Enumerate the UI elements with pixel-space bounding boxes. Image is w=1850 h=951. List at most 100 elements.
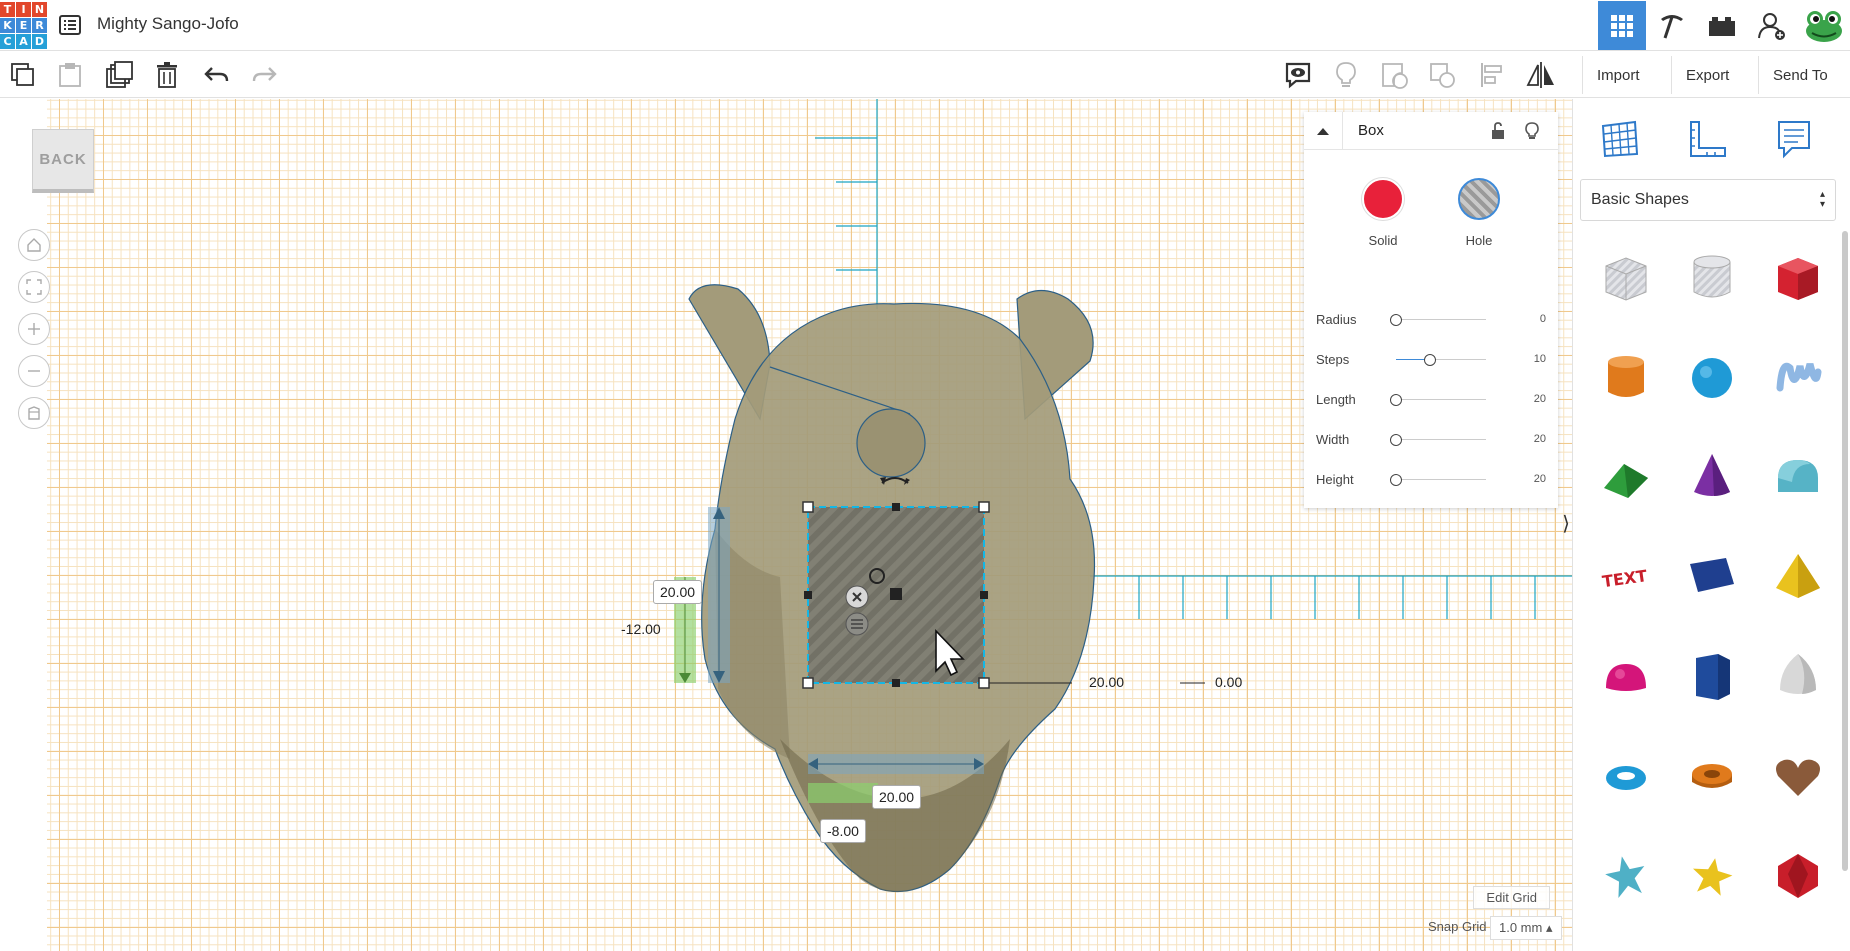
shape-heart[interactable] [1767, 745, 1829, 807]
shape-cylinder[interactable] [1595, 345, 1657, 407]
length-guide[interactable] [808, 754, 984, 774]
shape-star-gold[interactable] [1681, 845, 1743, 907]
ruler-tool-button[interactable] [1683, 114, 1733, 164]
property-steps[interactable]: Steps 10 [1316, 350, 1546, 370]
select-arrows-icon: ▴ ▾ [1819, 189, 1825, 210]
shape-polygon[interactable] [1681, 645, 1743, 707]
property-value[interactable]: 0 [1540, 313, 1546, 325]
half-sphere-icon [1606, 664, 1646, 691]
shape-torus[interactable] [1595, 745, 1657, 807]
slider-knob[interactable] [1424, 354, 1437, 366]
property-height[interactable]: Height 20 [1316, 470, 1546, 490]
bricks-view-button[interactable] [1698, 1, 1746, 50]
send-to-button[interactable]: Send To [1758, 56, 1842, 94]
notes-tool-button[interactable] [1769, 114, 1819, 164]
elevation-value-label[interactable]: -12.00 [621, 621, 661, 637]
horizontal-ruler [1090, 575, 1572, 619]
height-value-label[interactable]: 20.00 [653, 580, 703, 604]
edit-grid-button[interactable]: Edit Grid [1473, 886, 1550, 909]
mirror-button[interactable] [1524, 58, 1558, 92]
property-length[interactable]: Length 20 [1316, 390, 1546, 410]
property-value[interactable]: 20 [1534, 433, 1546, 445]
notes-visibility-button[interactable] [1281, 58, 1315, 92]
length-value-label[interactable]: 20.00 [1089, 674, 1124, 690]
property-label: Length [1316, 392, 1356, 407]
shape-star[interactable] [1595, 845, 1657, 907]
group-button[interactable] [1377, 58, 1411, 92]
slider-knob[interactable] [1390, 394, 1402, 406]
hole-swatch[interactable] [1458, 178, 1500, 220]
shape-text[interactable]: TEXT [1595, 545, 1657, 607]
property-value[interactable]: 20 [1534, 473, 1546, 485]
show-all-button[interactable] [1329, 58, 1363, 92]
logo-letter: K [0, 18, 15, 33]
slider-track[interactable] [1396, 319, 1486, 320]
y-offset-guide[interactable] [808, 783, 878, 803]
property-value[interactable]: 20 [1534, 393, 1546, 405]
export-button[interactable]: Export [1671, 56, 1743, 94]
project-title[interactable]: Mighty Sango-Jofo [97, 14, 239, 34]
3d-design-view-button[interactable] [1598, 1, 1646, 50]
invite-user-button[interactable] [1748, 1, 1796, 50]
slider-track[interactable] [1396, 399, 1486, 400]
x-offset-value-label[interactable]: 0.00 [1215, 674, 1242, 690]
blocks-view-button[interactable] [1648, 1, 1696, 50]
shape-cone[interactable] [1681, 445, 1743, 507]
shape-inspector: Box Solid Hole Radius 0 Steps 10 Length 20 Wid… [1304, 112, 1558, 508]
shape-round-roof[interactable] [1767, 445, 1829, 507]
slider-knob[interactable] [1390, 434, 1402, 446]
undo-icon [204, 67, 229, 82]
property-value[interactable]: 10 [1534, 353, 1546, 365]
height-guide[interactable] [708, 507, 730, 683]
paste-button[interactable] [53, 58, 87, 92]
tinkercad-logo[interactable]: TIN KER CAD [0, 2, 47, 49]
panel-collapse-toggle[interactable]: ⟩ [1560, 503, 1572, 543]
shape-shape-generator[interactable] [1681, 545, 1743, 607]
snap-grid-select[interactable]: 1.0 mm ▴ [1490, 916, 1562, 940]
shape-sphere[interactable] [1681, 345, 1743, 407]
delete-button[interactable] [150, 58, 184, 92]
shapes-scrollbar[interactable] [1842, 231, 1848, 871]
property-width[interactable]: Width 20 [1316, 430, 1546, 450]
shape-half-sphere[interactable] [1595, 645, 1657, 707]
slider-track[interactable] [1396, 439, 1486, 440]
import-button[interactable]: Import [1582, 56, 1654, 94]
ungroup-button[interactable] [1425, 58, 1459, 92]
shape-roof[interactable] [1595, 445, 1657, 507]
shape-pyramid[interactable] [1767, 545, 1829, 607]
shape-cylinder-hole[interactable] [1681, 245, 1743, 307]
align-button[interactable] [1475, 58, 1509, 92]
y-offset-value-label[interactable]: -8.00 [820, 819, 866, 843]
user-avatar[interactable] [1800, 1, 1848, 50]
note-icon [1778, 121, 1810, 159]
duplicate-icon [106, 61, 133, 88]
design-list-button[interactable] [58, 13, 82, 37]
shape-tube[interactable] [1681, 745, 1743, 807]
unlock-icon[interactable] [1491, 122, 1505, 140]
shapes-panel: Basic Shapes ▴ ▾ TEXT [1572, 99, 1850, 951]
redo-button[interactable] [247, 58, 281, 92]
copy-button[interactable] [6, 58, 40, 92]
redo-icon [252, 67, 277, 82]
slider-knob[interactable] [1390, 314, 1402, 326]
workplane-tool-button[interactable] [1595, 114, 1645, 164]
logo-letter: I [16, 2, 31, 17]
slider-knob[interactable] [1390, 474, 1402, 486]
snap-grid-value: 1.0 mm [1499, 920, 1543, 935]
sphere-icon [1692, 358, 1732, 398]
lightbulb-icon [1336, 62, 1356, 87]
shape-paraboloid[interactable] [1767, 645, 1829, 707]
property-radius[interactable]: Radius 0 [1316, 310, 1546, 330]
width-value-label[interactable]: 20.00 [872, 785, 922, 809]
solid-swatch[interactable] [1362, 178, 1404, 220]
shape-box-hole[interactable] [1595, 245, 1657, 307]
undo-button[interactable] [200, 58, 234, 92]
shape-category-select[interactable]: Basic Shapes ▴ ▾ [1580, 179, 1836, 221]
shape-scribble[interactable] [1767, 345, 1829, 407]
shape-icosahedron[interactable] [1767, 845, 1829, 907]
duplicate-button[interactable] [102, 58, 136, 92]
shape-box[interactable] [1767, 245, 1829, 307]
collapse-up-icon[interactable] [1316, 126, 1330, 136]
lightbulb-icon[interactable] [1525, 122, 1539, 140]
slider-track[interactable] [1396, 479, 1486, 480]
